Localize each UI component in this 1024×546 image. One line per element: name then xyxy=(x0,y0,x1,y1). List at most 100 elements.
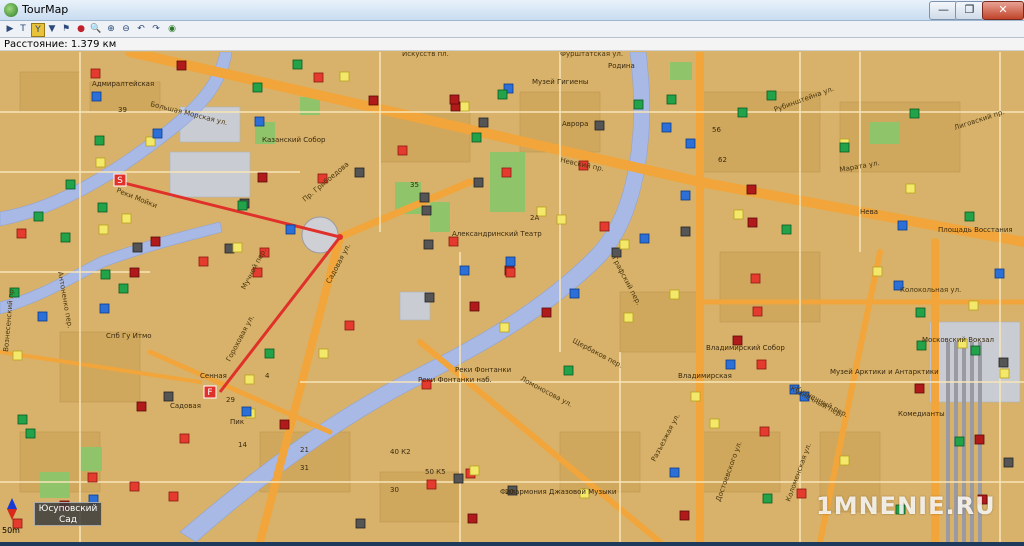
pharmacy-icon[interactable] xyxy=(264,348,275,359)
undo-icon[interactable]: ↶ xyxy=(135,23,147,35)
shop-icon[interactable] xyxy=(569,288,580,299)
museum-icon[interactable] xyxy=(419,192,430,203)
pharmacy-icon[interactable] xyxy=(25,428,36,439)
restaurant-icon[interactable] xyxy=(136,401,147,412)
hospital-icon[interactable] xyxy=(313,72,324,83)
restaurant-icon[interactable] xyxy=(176,60,187,71)
museum-icon[interactable] xyxy=(478,117,489,128)
pharmacy-icon[interactable] xyxy=(65,179,76,190)
shop-icon[interactable] xyxy=(669,467,680,478)
filter-icon[interactable]: ▼ xyxy=(46,23,58,35)
route-icon[interactable]: Y xyxy=(31,23,45,37)
restaurant-icon[interactable] xyxy=(449,94,460,105)
pharmacy-icon[interactable] xyxy=(118,283,129,294)
hospital-icon[interactable] xyxy=(501,167,512,178)
pharmacy-icon[interactable] xyxy=(471,132,482,143)
hospital-icon[interactable] xyxy=(397,145,408,156)
hospital-icon[interactable] xyxy=(448,236,459,247)
restaurant-icon[interactable] xyxy=(279,419,290,430)
bank-icon[interactable] xyxy=(556,214,567,225)
minimize-button[interactable]: — xyxy=(929,1,958,20)
shop-icon[interactable] xyxy=(254,116,265,127)
shop-icon[interactable] xyxy=(639,233,650,244)
pharmacy-icon[interactable] xyxy=(970,345,981,356)
shop-icon[interactable] xyxy=(152,128,163,139)
pharmacy-icon[interactable] xyxy=(237,200,248,211)
museum-icon[interactable] xyxy=(453,473,464,484)
bank-icon[interactable] xyxy=(709,418,720,429)
shop-icon[interactable] xyxy=(241,406,252,417)
shop-icon[interactable] xyxy=(37,311,48,322)
museum-icon[interactable] xyxy=(421,205,432,216)
pharmacy-icon[interactable] xyxy=(737,107,748,118)
pharmacy-icon[interactable] xyxy=(839,142,850,153)
map-canvas[interactable]: S F Адмиралтейская Казанский Собор Музей Г… xyxy=(0,52,1024,542)
hospital-icon[interactable] xyxy=(756,359,767,370)
museum-icon[interactable] xyxy=(163,391,174,402)
route-finish-marker[interactable]: F xyxy=(203,385,217,399)
bank-icon[interactable] xyxy=(318,348,329,359)
hospital-icon[interactable] xyxy=(426,479,437,490)
redo-icon[interactable]: ↷ xyxy=(150,23,162,35)
bank-icon[interactable] xyxy=(499,322,510,333)
hospital-icon[interactable] xyxy=(90,68,101,79)
maximize-button[interactable]: ❐ xyxy=(955,1,984,20)
globe-icon[interactable]: ◉ xyxy=(166,23,178,35)
museum-icon[interactable] xyxy=(1003,457,1014,468)
restaurant-icon[interactable] xyxy=(257,172,268,183)
bank-icon[interactable] xyxy=(733,209,744,220)
pharmacy-icon[interactable] xyxy=(964,211,975,222)
bank-icon[interactable] xyxy=(872,266,883,277)
museum-icon[interactable] xyxy=(594,120,605,131)
pharmacy-icon[interactable] xyxy=(633,99,644,110)
pharmacy-icon[interactable] xyxy=(781,224,792,235)
hospital-icon[interactable] xyxy=(752,306,763,317)
arrow-icon[interactable]: ▶ xyxy=(4,23,16,35)
restaurant-icon[interactable] xyxy=(467,513,478,524)
bank-icon[interactable] xyxy=(121,213,132,224)
pharmacy-icon[interactable] xyxy=(954,436,965,447)
bank-icon[interactable] xyxy=(999,368,1010,379)
bank-icon[interactable] xyxy=(623,312,634,323)
pharmacy-icon[interactable] xyxy=(97,202,108,213)
pharmacy-icon[interactable] xyxy=(909,108,920,119)
restaurant-icon[interactable] xyxy=(914,383,925,394)
shop-icon[interactable] xyxy=(680,190,691,201)
bank-icon[interactable] xyxy=(669,289,680,300)
restaurant-icon[interactable] xyxy=(541,307,552,318)
bank-icon[interactable] xyxy=(339,71,350,82)
map-svg[interactable]: S F Адмиралтейская Казанский Собор Музей Г… xyxy=(0,52,1024,542)
shop-icon[interactable] xyxy=(994,268,1005,279)
shop-icon[interactable] xyxy=(897,220,908,231)
pharmacy-icon[interactable] xyxy=(666,94,677,105)
shop-icon[interactable] xyxy=(725,359,736,370)
pharmacy-icon[interactable] xyxy=(497,89,508,100)
shop-icon[interactable] xyxy=(285,224,296,235)
hospital-icon[interactable] xyxy=(87,472,98,483)
stop-icon[interactable]: ● xyxy=(75,23,87,35)
shop-icon[interactable] xyxy=(661,122,672,133)
restaurant-icon[interactable] xyxy=(368,95,379,106)
pharmacy-icon[interactable] xyxy=(60,232,71,243)
museum-icon[interactable] xyxy=(355,518,366,529)
shop-icon[interactable] xyxy=(99,303,110,314)
hospital-icon[interactable] xyxy=(750,273,761,284)
restaurant-icon[interactable] xyxy=(747,217,758,228)
close-button[interactable]: ✕ xyxy=(982,1,1024,20)
hospital-icon[interactable] xyxy=(129,481,140,492)
hospital-icon[interactable] xyxy=(759,426,770,437)
bank-icon[interactable] xyxy=(690,391,701,402)
bank-icon[interactable] xyxy=(95,157,106,168)
bank-icon[interactable] xyxy=(459,101,470,112)
restaurant-icon[interactable] xyxy=(150,236,161,247)
restaurant-icon[interactable] xyxy=(974,434,985,445)
pharmacy-icon[interactable] xyxy=(100,269,111,280)
pharmacy-icon[interactable] xyxy=(762,493,773,504)
shop-icon[interactable] xyxy=(91,91,102,102)
bank-icon[interactable] xyxy=(232,242,243,253)
museum-icon[interactable] xyxy=(998,357,1009,368)
restaurant-icon[interactable] xyxy=(679,510,690,521)
text-icon[interactable]: Т xyxy=(17,23,29,35)
hospital-icon[interactable] xyxy=(16,228,27,239)
bank-icon[interactable] xyxy=(98,224,109,235)
